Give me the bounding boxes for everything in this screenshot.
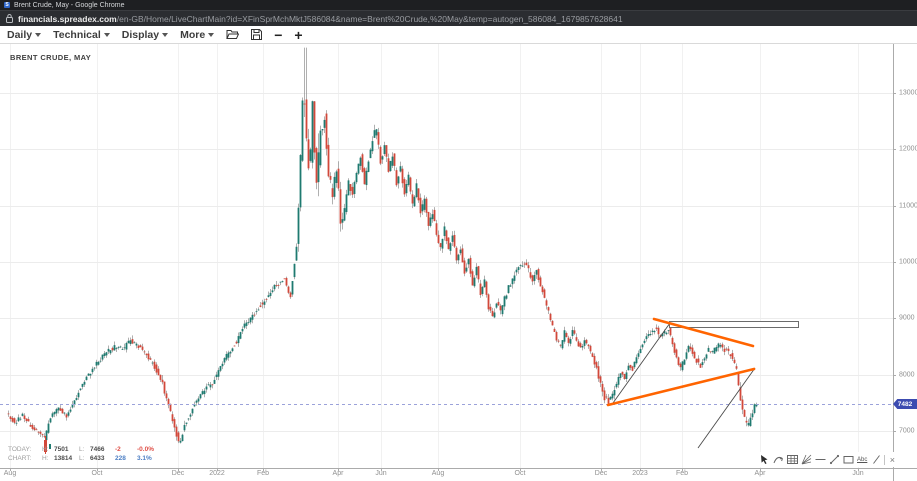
fan-lines-tool-icon[interactable] (800, 454, 812, 466)
zoom-out-button[interactable]: − (274, 30, 282, 40)
x-axis-label: Oct (92, 470, 103, 477)
curved-arrow-tool-icon[interactable] (772, 454, 784, 466)
menu-more[interactable]: More (180, 29, 214, 41)
save-button[interactable] (251, 29, 262, 40)
grid-tool-icon[interactable] (786, 454, 798, 466)
x-axis-label: Apr (755, 470, 766, 477)
legend-chart-change-pct: 3.1% (137, 455, 167, 464)
y-axis-label: 7000 (899, 428, 915, 435)
close-tools-icon[interactable]: × (887, 454, 897, 466)
menu-display-label: Display (122, 29, 159, 41)
menu-technical[interactable]: Technical (53, 29, 110, 41)
x-axis-label: 2022 (209, 470, 225, 477)
legend-high-label: H: (42, 455, 54, 464)
menu-more-label: More (180, 29, 205, 41)
x-axis-label: Oct (515, 470, 526, 477)
open-folder-button[interactable] (226, 29, 239, 40)
trend-line-tool-icon[interactable] (828, 454, 840, 466)
drawing-toolbar: Abc × (756, 452, 899, 467)
menu-daily[interactable]: Daily (7, 29, 41, 41)
legend-today-change: -2 (115, 446, 137, 455)
pointer-tool-icon[interactable] (758, 454, 770, 466)
x-axis-label: 2023 (632, 470, 648, 477)
y-axis-label: 11000 (899, 203, 917, 210)
legend-chart-high: 13814 (54, 455, 79, 464)
chart-region: BRENT CRUDE, MAY 13000 12000 11000 10000 900… (0, 44, 917, 481)
legend-today-change-pct: -0.0% (137, 446, 167, 455)
window-titlebar: S Brent Crude, May - Google Chrome (0, 0, 917, 10)
y-axis-label: 10000 (899, 259, 917, 266)
y-axis-label: 9000 (899, 315, 915, 322)
address-bar[interactable]: financials.spreadex.com/en-GB/Home/LiveC… (0, 10, 917, 26)
x-axis-label: Feb (676, 470, 688, 477)
y-axis-label: 8000 (899, 372, 915, 379)
chart-menubar: Daily Technical Display More − + (0, 26, 917, 44)
url-domain: financials.spreadex.com (18, 14, 117, 24)
x-axis-label: Jun (852, 470, 863, 477)
lock-icon (6, 14, 13, 23)
menu-daily-label: Daily (7, 29, 32, 41)
zoom-in-button[interactable]: + (294, 30, 302, 40)
menu-technical-label: Technical (53, 29, 101, 41)
rectangle-tool-icon[interactable] (842, 454, 854, 466)
legend-low-label: L: (79, 446, 90, 455)
legend-low-label: L: (79, 455, 90, 464)
x-axis-label: Dec (172, 470, 184, 477)
open-folder-icon (226, 29, 239, 40)
horizontal-line-tool-icon[interactable] (814, 454, 826, 466)
legend-today-key: TODAY: (8, 446, 42, 455)
plus-icon: + (294, 30, 302, 40)
caret-down-icon (208, 33, 214, 37)
legend-today-low: 7466 (90, 446, 115, 455)
x-axis-label: Jun (375, 470, 386, 477)
url-text: financials.spreadex.com/en-GB/Home/LiveC… (18, 14, 623, 24)
toolbar-separator (884, 455, 885, 465)
x-axis-label: Feb (257, 470, 269, 477)
chart-canvas[interactable] (0, 44, 917, 481)
legend-chart-key: CHART: (8, 455, 42, 464)
legend-today-high: 7501 (54, 446, 79, 455)
ohlc-legend: TODAY: H: 7501 L: 7466 -2 -0.0% CHART: H… (8, 446, 167, 463)
window-title: Brent Crude, May - Google Chrome (14, 2, 125, 9)
caret-down-icon (162, 33, 168, 37)
minus-icon: − (274, 30, 282, 40)
x-axis-label: Dec (595, 470, 607, 477)
legend-chart-change: 228 (115, 455, 137, 464)
text-tool[interactable]: Abc (856, 454, 868, 466)
site-favicon-icon: S (4, 2, 10, 8)
save-icon (251, 29, 262, 40)
menu-display[interactable]: Display (122, 29, 168, 41)
legend-high-label: H: (42, 446, 54, 455)
y-axis-label: 13000 (899, 90, 917, 97)
x-axis-label: Apr (333, 470, 344, 477)
x-axis-label: Aug (4, 470, 16, 477)
url-path: /en-GB/Home/LiveChartMain?id=XFinSprMchM… (117, 14, 623, 24)
chart-title: BRENT CRUDE, MAY (10, 53, 91, 62)
ray-tool-icon[interactable] (870, 454, 882, 466)
x-axis-label: Aug (432, 470, 444, 477)
y-axis-label: 12000 (899, 146, 917, 153)
legend-chart-low: 6433 (90, 455, 115, 464)
caret-down-icon (35, 33, 41, 37)
current-price-badge: 7482 (893, 399, 917, 409)
caret-down-icon (104, 33, 110, 37)
